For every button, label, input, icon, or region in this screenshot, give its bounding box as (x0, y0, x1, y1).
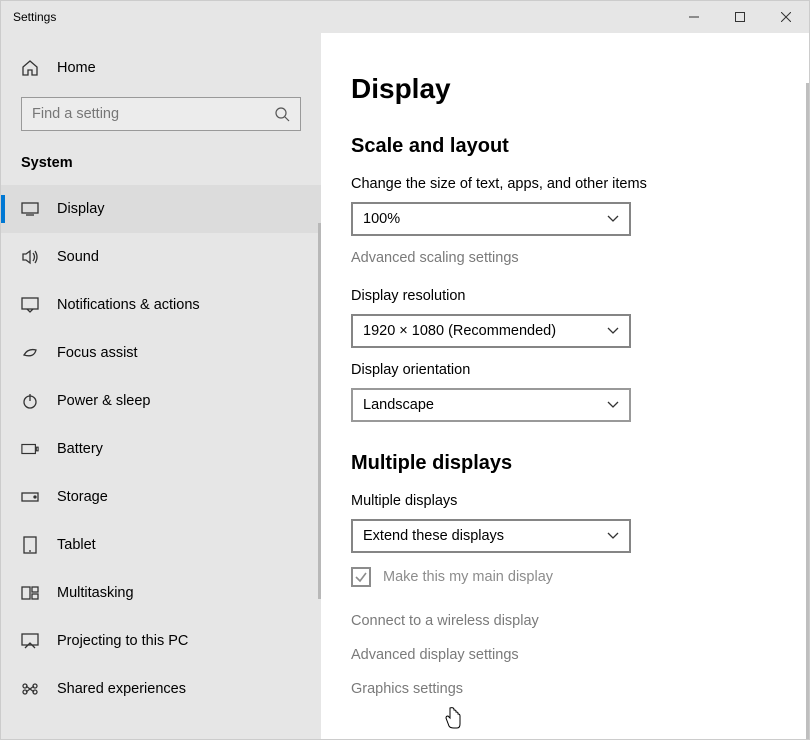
maximize-icon (735, 12, 745, 22)
sidebar-item-label: Focus assist (57, 345, 138, 361)
multitasking-icon (21, 586, 39, 600)
sidebar-item-label: Tablet (57, 537, 96, 553)
orientation-dropdown[interactable]: Landscape (351, 388, 631, 422)
sidebar-item-label: Display (57, 201, 105, 217)
settings-window: Settings Home (0, 0, 810, 740)
sidebar-item-label: Power & sleep (57, 393, 151, 409)
main-display-checkbox-row: Make this my main display (351, 567, 809, 587)
sidebar-item-label: Notifications & actions (57, 297, 200, 313)
check-icon (354, 570, 368, 584)
titlebar: Settings (1, 1, 809, 33)
sidebar: Home System Display Sound (1, 33, 321, 739)
sound-icon (21, 249, 39, 265)
search-icon (274, 106, 290, 122)
sidebar-item-label: Sound (57, 249, 99, 265)
chevron-down-icon (607, 532, 619, 540)
minimize-button[interactable] (671, 1, 717, 33)
minimize-icon (689, 12, 699, 22)
scale-dropdown[interactable]: 100% (351, 202, 631, 236)
home-icon (21, 59, 39, 77)
orientation-label: Display orientation (351, 362, 809, 378)
resolution-label: Display resolution (351, 288, 809, 304)
close-button[interactable] (763, 1, 809, 33)
home-link[interactable]: Home (1, 47, 321, 89)
maximize-button[interactable] (717, 1, 763, 33)
sidebar-item-sound[interactable]: Sound (1, 233, 321, 281)
sidebar-nav: Display Sound Notifications & actions Fo… (1, 185, 321, 713)
sidebar-item-tablet[interactable]: Tablet (1, 521, 321, 569)
sidebar-item-notifications[interactable]: Notifications & actions (1, 281, 321, 329)
power-icon (21, 393, 39, 409)
sidebar-item-label: Battery (57, 441, 103, 457)
search-box[interactable] (21, 97, 301, 131)
focus-icon (21, 344, 39, 362)
shared-icon (21, 681, 39, 697)
main-scrollbar[interactable] (806, 83, 809, 739)
search-input[interactable] (32, 106, 274, 122)
sidebar-item-projecting[interactable]: Projecting to this PC (1, 617, 321, 665)
sidebar-item-multitasking[interactable]: Multitasking (1, 569, 321, 617)
sidebar-item-storage[interactable]: Storage (1, 473, 321, 521)
chevron-down-icon (607, 401, 619, 409)
sidebar-item-label: Shared experiences (57, 681, 186, 697)
sidebar-section-label: System (1, 141, 321, 185)
section-multiple-displays: Multiple displays (351, 452, 809, 475)
display-icon (21, 202, 39, 216)
sidebar-item-display[interactable]: Display (1, 185, 321, 233)
scale-label: Change the size of text, apps, and other… (351, 176, 809, 192)
chevron-down-icon (607, 327, 619, 335)
resolution-dropdown[interactable]: 1920 × 1080 (Recommended) (351, 314, 631, 348)
multi-dropdown[interactable]: Extend these displays (351, 519, 631, 553)
multi-label: Multiple displays (351, 493, 809, 509)
multi-value: Extend these displays (363, 528, 504, 544)
notifications-icon (21, 297, 39, 313)
sidebar-item-label: Projecting to this PC (57, 633, 188, 649)
home-label: Home (57, 60, 96, 76)
sidebar-item-focus-assist[interactable]: Focus assist (1, 329, 321, 377)
scale-value: 100% (363, 211, 400, 227)
storage-icon (21, 492, 39, 502)
section-scale-layout: Scale and layout (351, 135, 809, 158)
sidebar-item-power-sleep[interactable]: Power & sleep (1, 377, 321, 425)
sidebar-item-battery[interactable]: Battery (1, 425, 321, 473)
window-controls (671, 1, 809, 33)
graphics-settings-link[interactable]: Graphics settings (351, 681, 809, 697)
body: Home System Display Sound (1, 33, 809, 739)
sidebar-item-label: Multitasking (57, 585, 134, 601)
projecting-icon (21, 633, 39, 649)
orientation-value: Landscape (363, 397, 434, 413)
close-icon (781, 12, 791, 22)
chevron-down-icon (607, 215, 619, 223)
resolution-value: 1920 × 1080 (Recommended) (363, 323, 556, 339)
window-title: Settings (1, 10, 56, 24)
connect-wireless-link[interactable]: Connect to a wireless display (351, 613, 809, 629)
sidebar-item-label: Storage (57, 489, 108, 505)
main-display-checkbox[interactable] (351, 567, 371, 587)
advanced-scaling-link[interactable]: Advanced scaling settings (351, 250, 809, 266)
main-display-checkbox-label: Make this my main display (383, 569, 553, 585)
battery-icon (21, 443, 39, 455)
tablet-icon (21, 536, 39, 554)
page-title: Display (351, 73, 809, 105)
sidebar-item-shared-experiences[interactable]: Shared experiences (1, 665, 321, 713)
main-panel: Display Scale and layout Change the size… (321, 33, 809, 739)
advanced-display-link[interactable]: Advanced display settings (351, 647, 809, 663)
